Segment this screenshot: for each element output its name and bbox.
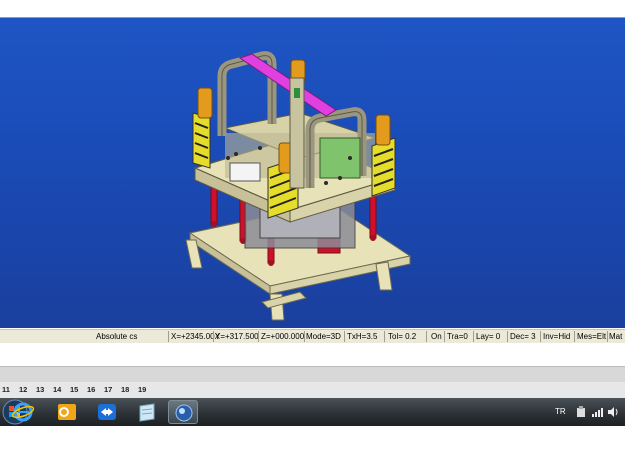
mode-field[interactable]: Mode=3D: [306, 330, 341, 343]
taskbar-outlook[interactable]: [52, 400, 82, 424]
language-indicator[interactable]: TR: [555, 407, 566, 416]
press-machine-model: [185, 51, 412, 321]
volume-icon[interactable]: [607, 406, 619, 418]
taskbar-notes[interactable]: [132, 400, 162, 424]
measure-field[interactable]: Mes=Elt: [577, 330, 606, 343]
window-top-strip: [0, 0, 625, 18]
action-center-icon[interactable]: [575, 405, 587, 419]
taskbar-cad-app[interactable]: [168, 400, 198, 424]
page-tab[interactable]: 19: [138, 382, 146, 398]
bottom-margin: [0, 426, 625, 469]
toolbar-band: [0, 366, 625, 383]
outlook-icon: [58, 404, 76, 420]
taskbar-teamviewer[interactable]: [92, 400, 122, 424]
tolerance-field[interactable]: Tol= 0.2: [388, 330, 416, 343]
invisible-mode-field[interactable]: Inv=Hid: [543, 330, 570, 343]
divider: [574, 331, 575, 342]
z-coordinate: Z=+000.000: [261, 332, 305, 341]
divider: [168, 331, 169, 342]
divider: [540, 331, 541, 342]
page-tab[interactable]: 11: [2, 382, 10, 398]
material-field[interactable]: Mat: [609, 330, 622, 343]
divider: [444, 331, 445, 342]
page-tab[interactable]: 18: [121, 382, 129, 398]
divider: [607, 331, 608, 342]
divider: [304, 331, 305, 342]
page-tab[interactable]: 13: [36, 382, 44, 398]
divider: [507, 331, 508, 342]
page-number-bar: 11 12 13 14 15 16 17 18 19: [0, 382, 625, 398]
on-toggle[interactable]: On: [431, 330, 442, 343]
page-tab[interactable]: 15: [70, 382, 78, 398]
internet-explorer-icon: [11, 402, 35, 422]
system-tray: TR: [535, 398, 625, 426]
notes-icon: [139, 403, 155, 422]
status-bar: Absolute cs X=+2345.00X Y=+317.500 Z=+00…: [0, 329, 625, 344]
page-tab[interactable]: 16: [87, 382, 95, 398]
network-icon[interactable]: [591, 406, 603, 418]
text-height-field[interactable]: TxH=3.5: [347, 330, 377, 343]
divider: [384, 331, 385, 342]
divider: [344, 331, 345, 342]
divider: [473, 331, 474, 342]
teamviewer-icon: [98, 404, 116, 420]
divider: [258, 331, 259, 342]
page-tab[interactable]: 12: [19, 382, 27, 398]
coord-system-label[interactable]: Absolute cs: [96, 330, 137, 343]
cad-3d-viewport[interactable]: [0, 18, 625, 328]
taskbar-internet-explorer[interactable]: [8, 400, 38, 424]
page-tab[interactable]: 14: [53, 382, 61, 398]
y-coordinate: Y=+317.500: [215, 332, 259, 341]
windows-taskbar: TR: [0, 398, 625, 426]
divider: [426, 331, 427, 342]
command-pane: [0, 343, 625, 365]
layer-field[interactable]: Lay= 0: [476, 330, 500, 343]
transparency-field[interactable]: Tra=0: [447, 330, 468, 343]
decimals-field[interactable]: Dec= 3: [510, 330, 536, 343]
divider: [213, 331, 214, 342]
cad-app-icon: [175, 404, 193, 422]
page-tab[interactable]: 17: [104, 382, 112, 398]
